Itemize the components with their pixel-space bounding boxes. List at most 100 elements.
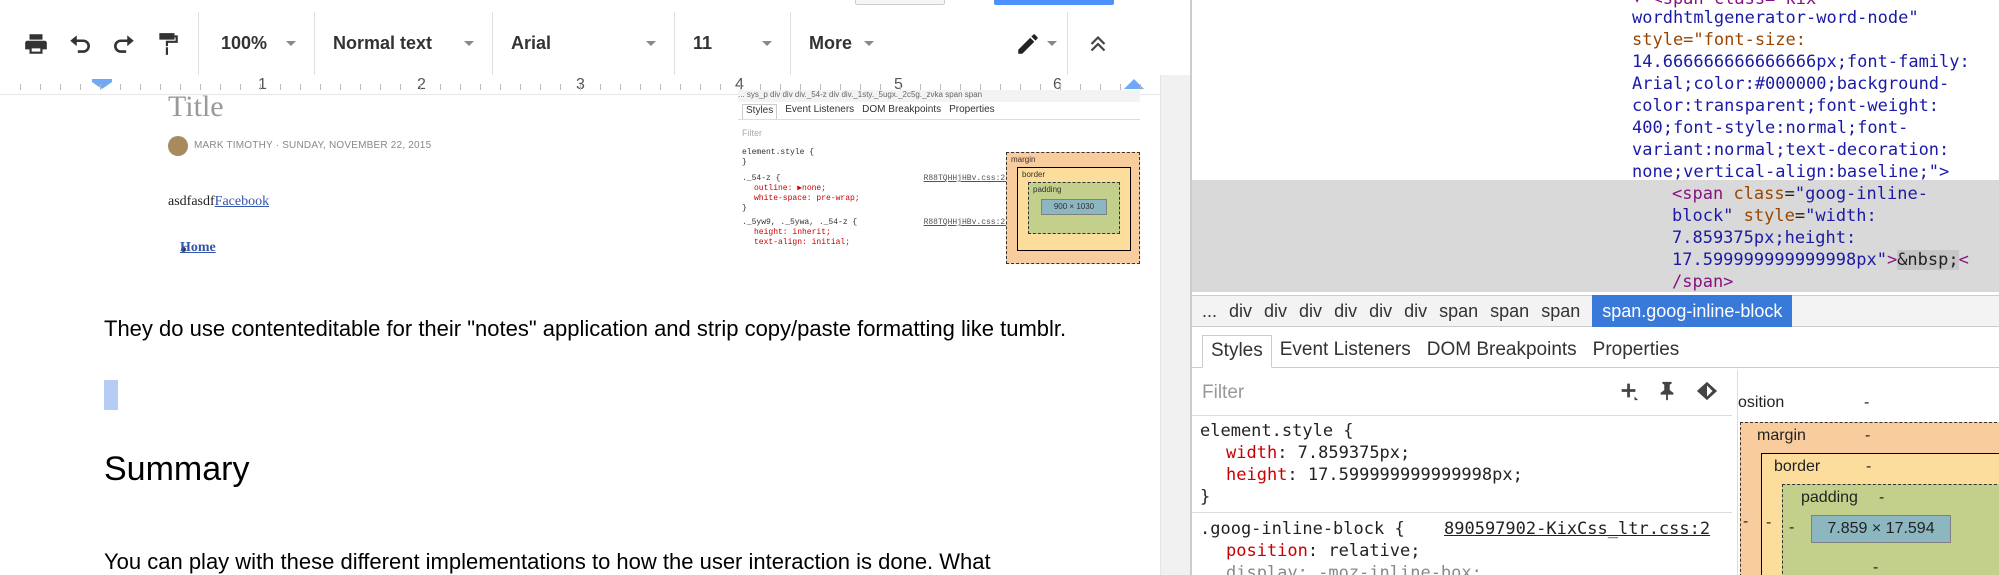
embedded-box-border-label: border bbox=[1022, 170, 1046, 179]
doc-heading[interactable]: Summary bbox=[104, 450, 249, 489]
redo-icon[interactable] bbox=[102, 22, 146, 66]
share-secondary-button[interactable] bbox=[855, 0, 945, 5]
dom-line[interactable]: color:transparent;font-weight: bbox=[1632, 95, 1939, 117]
style-source-link[interactable]: 890597902-KixCss_ltr.css:2 bbox=[1444, 518, 1710, 540]
embedded-rule: } bbox=[742, 158, 747, 167]
embedded-box-padding-label: padding bbox=[1033, 185, 1062, 194]
box-border: border - - padding - - - 7.859 × 17.594 bbox=[1761, 453, 1999, 575]
breadcrumb-item[interactable]: div bbox=[1369, 301, 1404, 322]
tab-properties[interactable]: Properties bbox=[1585, 339, 1688, 367]
elements-tree[interactable]: ▾ <span class="kix- wordhtmlgenerator-wo… bbox=[1192, 0, 1999, 295]
embedded-style-rules: element.style { } ._54-z { R88TQHHjHBv.c… bbox=[742, 148, 1010, 248]
breadcrumb-item[interactable]: ... bbox=[1192, 301, 1229, 322]
dom-line[interactable]: variant:normal;text-decoration: bbox=[1632, 139, 1949, 161]
ruler-tick bbox=[80, 84, 81, 90]
selected-dom-line[interactable]: block" style="width: bbox=[1672, 205, 1877, 227]
dom-tag: > bbox=[1886, 250, 1898, 270]
undo-icon[interactable] bbox=[58, 22, 102, 66]
collapse-toolbar-button[interactable] bbox=[1067, 12, 1127, 75]
style-rule-selector[interactable]: .goog-inline-block { bbox=[1200, 518, 1405, 540]
breadcrumb-item[interactable]: div bbox=[1264, 301, 1299, 322]
style-property[interactable]: height: 17.599999999999998px; bbox=[1226, 464, 1523, 486]
font-dropdown[interactable]: Arial bbox=[493, 12, 675, 75]
breadcrumb-item[interactable]: span bbox=[1541, 301, 1592, 322]
style-value: Normal text bbox=[333, 33, 433, 53]
styles-pane: element.style { width: 7.859375px; heigh… bbox=[1192, 416, 1732, 575]
ruler-tick bbox=[60, 84, 61, 90]
embedded-rule-source: R88TQHHjHBv.css:25 bbox=[923, 174, 1010, 183]
selected-dom-line[interactable]: 7.859375px;height: bbox=[1672, 227, 1856, 249]
ruler-tick bbox=[120, 84, 121, 90]
embedded-rule: element.style { bbox=[742, 148, 815, 157]
dom-line[interactable]: none;vertical-align:baseline;"> bbox=[1632, 161, 1949, 183]
box-position-label: osition bbox=[1738, 394, 1785, 411]
box-value: - bbox=[1743, 513, 1749, 530]
selected-dom-line[interactable]: /span> bbox=[1672, 271, 1733, 293]
style-property[interactable]: display: -moz-inline-box; bbox=[1226, 562, 1482, 575]
tab-event-listeners[interactable]: Event Listeners bbox=[1272, 339, 1419, 367]
new-style-rule-icon[interactable] bbox=[1618, 380, 1640, 408]
editing-mode-dropdown[interactable] bbox=[1003, 12, 1067, 75]
paint-format-icon[interactable] bbox=[146, 22, 190, 66]
top-buttons-area bbox=[0, 0, 1190, 6]
tab-dom-breakpoints[interactable]: DOM Breakpoints bbox=[1419, 339, 1585, 367]
styles-filter-row: Filter bbox=[1192, 370, 1732, 416]
box-margin-label: margin bbox=[1757, 427, 1806, 444]
embedded-title: Title bbox=[168, 90, 224, 123]
doc-paragraph[interactable]: They do use contenteditable for their "n… bbox=[104, 312, 1104, 346]
box-position: osition - bbox=[1738, 388, 1999, 418]
breadcrumb-item[interactable]: div bbox=[1404, 301, 1439, 322]
text-selection bbox=[104, 380, 118, 410]
dom-line[interactable]: Arial;color:#000000;background- bbox=[1632, 73, 1949, 95]
docs-scrollbar[interactable] bbox=[1160, 75, 1190, 575]
style-property-name: height bbox=[1226, 465, 1288, 485]
font-size-dropdown[interactable]: 11 bbox=[675, 12, 791, 75]
dom-line[interactable]: 400;font-style:normal;font- bbox=[1632, 117, 1908, 139]
box-value: - bbox=[1873, 559, 1879, 575]
breadcrumb-item-active[interactable]: span.goog-inline-block bbox=[1592, 295, 1793, 327]
embedded-box-model: margin border padding 900 × 1030 bbox=[1006, 152, 1140, 264]
pin-icon[interactable] bbox=[1656, 380, 1678, 408]
style-dropdown[interactable]: Normal text bbox=[315, 12, 493, 75]
embedded-text-plain: asdfasdf bbox=[168, 194, 215, 209]
breadcrumb-item[interactable]: div bbox=[1334, 301, 1369, 322]
right-indent-marker-icon[interactable] bbox=[1124, 79, 1144, 89]
left-indent-marker-icon[interactable] bbox=[92, 79, 112, 89]
tab-styles[interactable]: Styles bbox=[1202, 335, 1272, 368]
breadcrumb-item[interactable]: div bbox=[1229, 301, 1264, 322]
style-property[interactable]: position: relative; bbox=[1226, 540, 1421, 562]
box-value: - bbox=[1866, 458, 1872, 475]
element-state-icon[interactable] bbox=[1694, 380, 1720, 408]
embedded-rule-source: R88TQHHjHBv.css:25 bbox=[923, 218, 1010, 227]
embedded-rule: } bbox=[742, 204, 747, 213]
embedded-rule-selector: ._54-z { bbox=[742, 174, 781, 183]
share-button[interactable] bbox=[994, 0, 1114, 5]
breadcrumb-item[interactable]: span bbox=[1439, 301, 1490, 322]
chevron-down-icon bbox=[1047, 41, 1057, 46]
print-icon[interactable] bbox=[14, 22, 58, 66]
breadcrumb-item[interactable]: span bbox=[1490, 301, 1541, 322]
selected-dom-line[interactable]: <span class="goog-inline- bbox=[1672, 183, 1928, 205]
dom-value: 17.599999999999998px" bbox=[1672, 250, 1887, 270]
filter-input[interactable]: Filter bbox=[1202, 382, 1244, 404]
style-property-name: position bbox=[1226, 541, 1308, 561]
dom-line[interactable]: style="font-size: bbox=[1632, 29, 1806, 51]
doc-paragraph[interactable]: You can play with these different implem… bbox=[104, 545, 1104, 575]
breadcrumb-item[interactable]: div bbox=[1299, 301, 1334, 322]
zoom-dropdown[interactable]: 100% bbox=[199, 12, 315, 75]
chevron-down-icon bbox=[286, 41, 296, 46]
toolbar-history-group bbox=[0, 12, 199, 75]
box-margin: margin - - border - - padding - - - 7.85… bbox=[1740, 422, 1999, 575]
box-border-label: border bbox=[1774, 458, 1821, 475]
embedded-rule: ._54-z { R88TQHHjHBv.css:25 bbox=[742, 174, 1010, 184]
embedded-crumbs: ... sys_p div div div._54-z div div._1st… bbox=[738, 90, 1140, 102]
embedded-rule-selector: ._5yw9, ._5ywa, ._54-z { bbox=[742, 218, 858, 227]
selected-dom-line[interactable]: 17.599999999999998px">&nbsp;< bbox=[1672, 249, 1969, 271]
more-menu[interactable]: More bbox=[791, 12, 1003, 75]
style-property[interactable]: width: 7.859375px; bbox=[1226, 442, 1410, 464]
dom-line[interactable]: 14.666666666666666px;font-family: bbox=[1632, 51, 1970, 73]
embedded-meta: MARK TIMOTHY · SUNDAY, NOVEMBER 22, 2015 bbox=[194, 140, 432, 151]
ruler-tick bbox=[40, 84, 41, 90]
dom-line[interactable]: wordhtmlgenerator-word-node" bbox=[1632, 7, 1919, 29]
style-rule-selector[interactable]: element.style { bbox=[1200, 420, 1354, 442]
